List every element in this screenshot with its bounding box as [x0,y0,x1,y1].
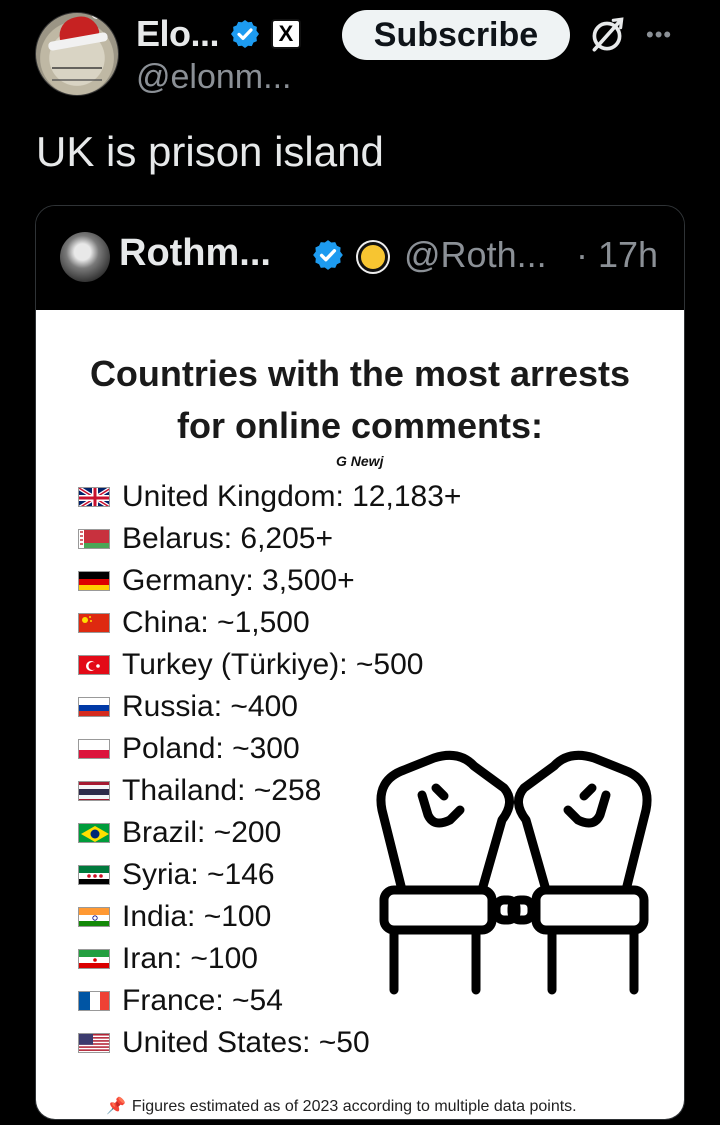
germany-flag-icon [78,571,110,591]
syria-flag-icon [78,865,110,885]
tweet-text: UK is prison island [36,128,384,175]
brazil-flag-icon [78,823,110,843]
country-row: Russia: ~400 [78,686,461,728]
infographic-image[interactable]: Countries with the most arrests for onli… [36,310,684,1119]
country-row-text: Thailand: ~258 [122,774,322,807]
country-row: China: ~1,500 [78,602,461,644]
country-row-text: Belarus: 6,205+ [122,522,333,555]
poland-flag-icon [78,739,110,759]
usa-flag-icon [78,1033,110,1053]
country-row: United Kingdom: 12,183+ [78,476,461,518]
country-row-text: Turkey (Türkiye): ~500 [122,648,424,681]
infographic-title-line-2: for online comments: [176,405,544,446]
x-affiliate-badge: X [271,19,302,49]
infographic-title-line-1: Countries with the most arrests [89,353,631,394]
quoted-author-name[interactable]: Rothm... [119,232,271,275]
country-row-text: India: ~100 [122,900,272,933]
belarus-flag-icon [78,529,110,549]
pushpin-icon: 📌 [106,1098,126,1115]
thailand-flag-icon [78,781,110,801]
author-avatar[interactable] [35,12,119,96]
quoted-tweet-header: Rothm... @Roth... · 17h [36,206,684,310]
author-name[interactable]: Elo... [136,13,220,55]
infographic-title: Countries with the most arrests for onli… [36,348,684,452]
quoted-verified-badge-icon [313,240,343,270]
iran-flag-icon [78,949,110,969]
x-badge-letter: X [278,21,294,46]
india-flag-icon [78,907,110,927]
country-row: Turkey (Türkiye): ~500 [78,644,461,686]
quoted-author-handle[interactable]: @Roth... [404,234,547,276]
gold-coin-icon [358,242,388,272]
footnote: 📌 Figures estimated as of 2023 according … [106,1096,577,1116]
country-row-text: Syria: ~146 [122,858,275,891]
country-row: Germany: 3,500+ [78,560,461,602]
more-options-icon[interactable]: ••• [646,22,672,48]
handcuffed-fists-icon [376,750,652,995]
uk-flag-icon [78,487,110,507]
subscribe-button[interactable]: Subscribe [342,10,570,60]
grok-icon[interactable] [586,14,628,56]
country-row-text: United Kingdom: 12,183+ [122,480,462,513]
country-row-text: Brazil: ~200 [122,816,282,849]
country-row-text: Russia: ~400 [122,690,298,723]
country-row-text: United States: ~50 [122,1026,370,1059]
country-row-text: Iran: ~100 [122,942,258,975]
country-row-text: Poland: ~300 [122,732,300,765]
china-flag-icon [78,613,110,633]
turkey-flag-icon [78,655,110,675]
tweet-header: Elo... X @elonm... Subscribe ••• [0,0,720,110]
author-handle[interactable]: @elonm... [136,58,291,97]
quoted-author-avatar[interactable] [60,232,110,282]
france-flag-icon [78,991,110,1011]
country-row: Belarus: 6,205+ [78,518,461,560]
country-row-text: China: ~1,500 [122,606,310,639]
quoted-timestamp[interactable]: · 17h [576,234,658,276]
verified-badge-icon [231,20,260,48]
country-row-text: Germany: 3,500+ [122,564,355,597]
avatar-scribble [52,67,102,81]
russia-flag-icon [78,697,110,717]
country-row: United States: ~50 [78,1022,461,1064]
country-row-text: France: ~54 [122,984,283,1017]
quoted-tweet-card[interactable]: Rothm... @Roth... · 17h Countries with t… [35,205,685,1120]
watermark-text: G Newj [336,453,384,469]
footnote-text: Figures estimated as of 2023 according t… [131,1098,577,1115]
author-name-row: Elo... X [136,10,302,58]
